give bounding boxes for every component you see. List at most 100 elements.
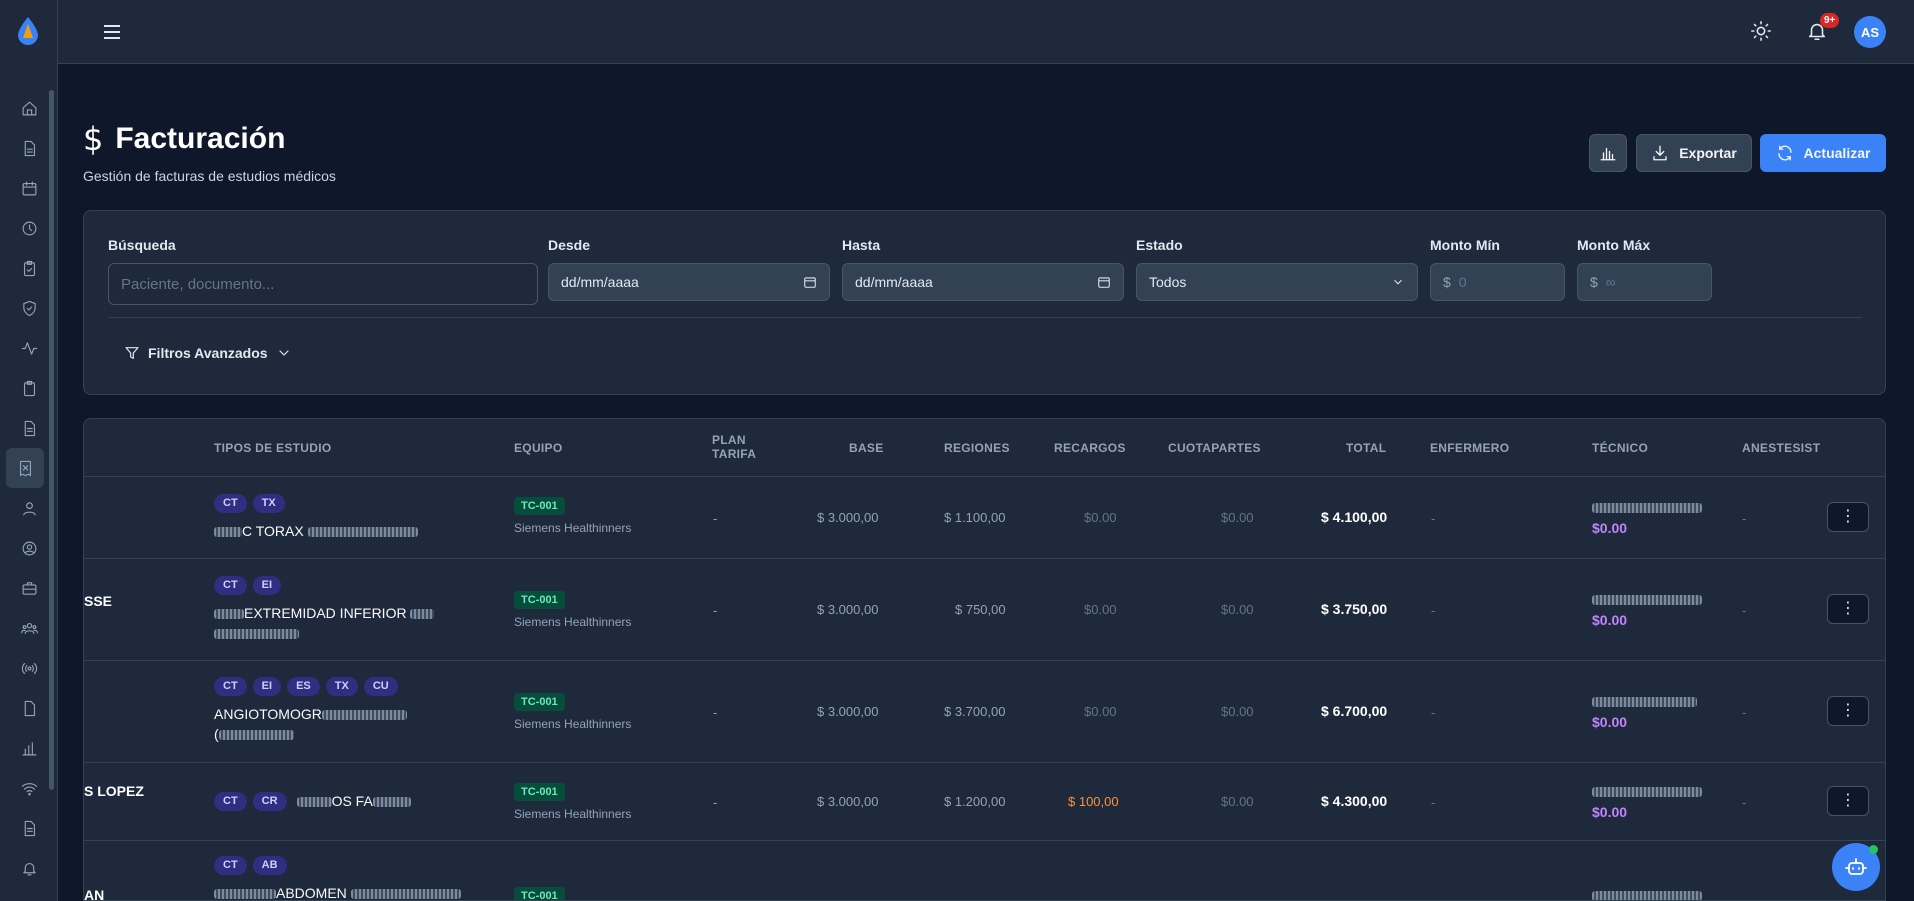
equipment-cell: TC-001: [514, 887, 565, 900]
table-row[interactable]: CT EI ES TX CU ANGIOTOMOGR ( TC-001 Sieme…: [84, 661, 1885, 763]
regiones-cell: $ 750,00: [955, 602, 1006, 617]
equipment-cell: TC-001 Siemens Healthinners: [514, 497, 631, 535]
study-chip: CT: [214, 856, 247, 875]
cuotapartes-cell: $0.00: [1221, 510, 1254, 525]
equipment-code: TC-001: [514, 591, 565, 609]
study-description: ABDOMEN: [214, 883, 461, 901]
to-date-value: dd/mm/aaaa: [855, 274, 933, 290]
calendar-icon: [804, 277, 816, 288]
tecnico-name-redacted: [1592, 890, 1702, 900]
anestesista-cell: -: [1742, 511, 1747, 526]
file-text-icon: [24, 420, 35, 436]
study-chips: CT EI ES TX CU: [214, 677, 407, 696]
cuotapartes-cell: $0.00: [1221, 794, 1254, 809]
table-row[interactable]: S LOPEZ CT CR OS FA TC-001 Siemens Healt…: [84, 763, 1885, 841]
advanced-filters-toggle[interactable]: Filtros Avanzados: [124, 345, 292, 361]
study-chips: CT CR OS FA: [214, 791, 411, 811]
table-row[interactable]: CT TX C TORAX TC-001 Siemens Healthinner…: [84, 477, 1885, 559]
equipment-name: Siemens Healthinners: [514, 807, 632, 821]
study-chip: CT: [214, 494, 247, 513]
app-logo[interactable]: [14, 16, 42, 46]
tecnico-amount: $0.00: [1592, 520, 1628, 536]
base-cell: $ 3.000,00: [817, 510, 879, 525]
from-date-input[interactable]: dd/mm/aaaa: [548, 263, 830, 301]
table-row[interactable]: AN CT AB ABDOMEN TC-001: [84, 841, 1885, 901]
enfermero-cell: -: [1431, 705, 1436, 720]
download-icon: [1653, 145, 1667, 161]
col-tipos[interactable]: TIPOS DE ESTUDIO: [214, 441, 331, 455]
search-group: Búsqueda Paciente, documento...: [108, 237, 538, 305]
clipboard-icon: [23, 380, 35, 396]
total-cell: $ 3.750,00: [1321, 601, 1388, 617]
study-chip: EI: [252, 677, 282, 696]
col-base[interactable]: BASE: [849, 441, 884, 455]
col-plan-line1: PLAN: [712, 433, 746, 447]
study-description: C TORAX: [214, 521, 418, 541]
advanced-filters-label: Filtros Avanzados: [148, 345, 268, 361]
assistant-chat-button[interactable]: [1832, 843, 1880, 891]
search-input[interactable]: Paciente, documento...: [108, 263, 538, 305]
sidebar-item-alerts[interactable]: [0, 848, 58, 888]
tecnico-cell: [1592, 887, 1702, 900]
plan-cell: -: [713, 511, 718, 526]
anestesista-cell: -: [1742, 795, 1747, 810]
row-actions-button[interactable]: ⋮: [1827, 786, 1869, 816]
row-actions-button[interactable]: ⋮: [1827, 594, 1869, 624]
study-text: ABDOMEN: [276, 885, 347, 901]
col-recargos[interactable]: RECARGOS: [1054, 441, 1126, 455]
col-total[interactable]: TOTAL: [1346, 441, 1386, 455]
cuotapartes-cell: $0.00: [1221, 704, 1254, 719]
tecnico-name-redacted: [1592, 502, 1702, 513]
export-button[interactable]: Exportar: [1636, 134, 1752, 172]
currency-prefix: $: [1590, 274, 1598, 290]
broadcast-icon: [21, 662, 37, 674]
user-avatar[interactable]: AS: [1854, 16, 1886, 48]
theme-toggle-button[interactable]: [1750, 20, 1772, 47]
min-amount-placeholder: 0: [1458, 274, 1467, 290]
status-select[interactable]: Todos: [1136, 263, 1418, 301]
col-cuotapartes[interactable]: CUOTAPARTES: [1168, 441, 1261, 455]
equipment-code: TC-001: [514, 693, 565, 711]
tecnico-name-redacted: [1592, 786, 1702, 797]
receipt-icon: [19, 460, 31, 476]
col-anestesista[interactable]: ANESTESIST: [1742, 441, 1820, 455]
tecnico-cell: $0.00: [1592, 783, 1702, 820]
tecnico-cell: $0.00: [1592, 499, 1702, 536]
sidebar-scrollbar[interactable]: [49, 90, 54, 790]
patient-name: S LOPEZ: [84, 783, 144, 799]
min-amount-input[interactable]: $ 0: [1430, 263, 1565, 301]
sidebar-item-notes[interactable]: [0, 808, 58, 848]
from-date-value: dd/mm/aaaa: [561, 274, 639, 290]
enfermero-cell: -: [1431, 511, 1436, 526]
max-amount-input[interactable]: $ ∞: [1577, 263, 1712, 301]
min-amount-label: Monto Mín: [1430, 237, 1500, 253]
menu-toggle-button[interactable]: [100, 20, 124, 44]
sidebar-item-billing[interactable]: [6, 448, 44, 488]
shield-check-icon: [22, 300, 36, 316]
col-equipo[interactable]: EQUIPO: [514, 441, 562, 455]
tecnico-name-redacted: [1592, 594, 1702, 605]
study-text: OS FA: [331, 793, 373, 809]
refresh-button[interactable]: Actualizar: [1760, 134, 1886, 172]
to-date-input[interactable]: dd/mm/aaaa: [842, 263, 1124, 301]
refresh-label: Actualizar: [1803, 145, 1871, 161]
sidebar-item-settings[interactable]: [0, 888, 58, 901]
col-enfermero[interactable]: ENFERMERO: [1430, 441, 1509, 455]
row-actions-button[interactable]: ⋮: [1827, 696, 1869, 726]
wifi-icon: [21, 782, 37, 795]
user-circle-icon: [22, 541, 36, 555]
clipboard-check-icon: [23, 260, 35, 276]
table-row[interactable]: SSE CT EI EXTREMIDAD INFERIOR TC-001 Sie…: [84, 559, 1885, 661]
regiones-cell: $ 1.100,00: [944, 510, 1006, 525]
col-plan[interactable]: PLAN TARIFA: [712, 433, 756, 461]
study-description: ANGIOTOMOGR (: [214, 704, 407, 744]
to-date-group: Hasta dd/mm/aaaa: [842, 237, 1124, 301]
study-cell: CT EI EXTREMIDAD INFERIOR: [214, 576, 435, 643]
study-chip: CT: [214, 576, 247, 595]
to-date-label: Hasta: [842, 237, 881, 253]
col-regiones[interactable]: REGIONES: [944, 441, 1010, 455]
study-chip: CR: [252, 791, 287, 811]
stats-button[interactable]: [1589, 134, 1627, 172]
row-actions-button[interactable]: ⋮: [1827, 502, 1869, 532]
col-tecnico[interactable]: TÉCNICO: [1592, 441, 1648, 455]
